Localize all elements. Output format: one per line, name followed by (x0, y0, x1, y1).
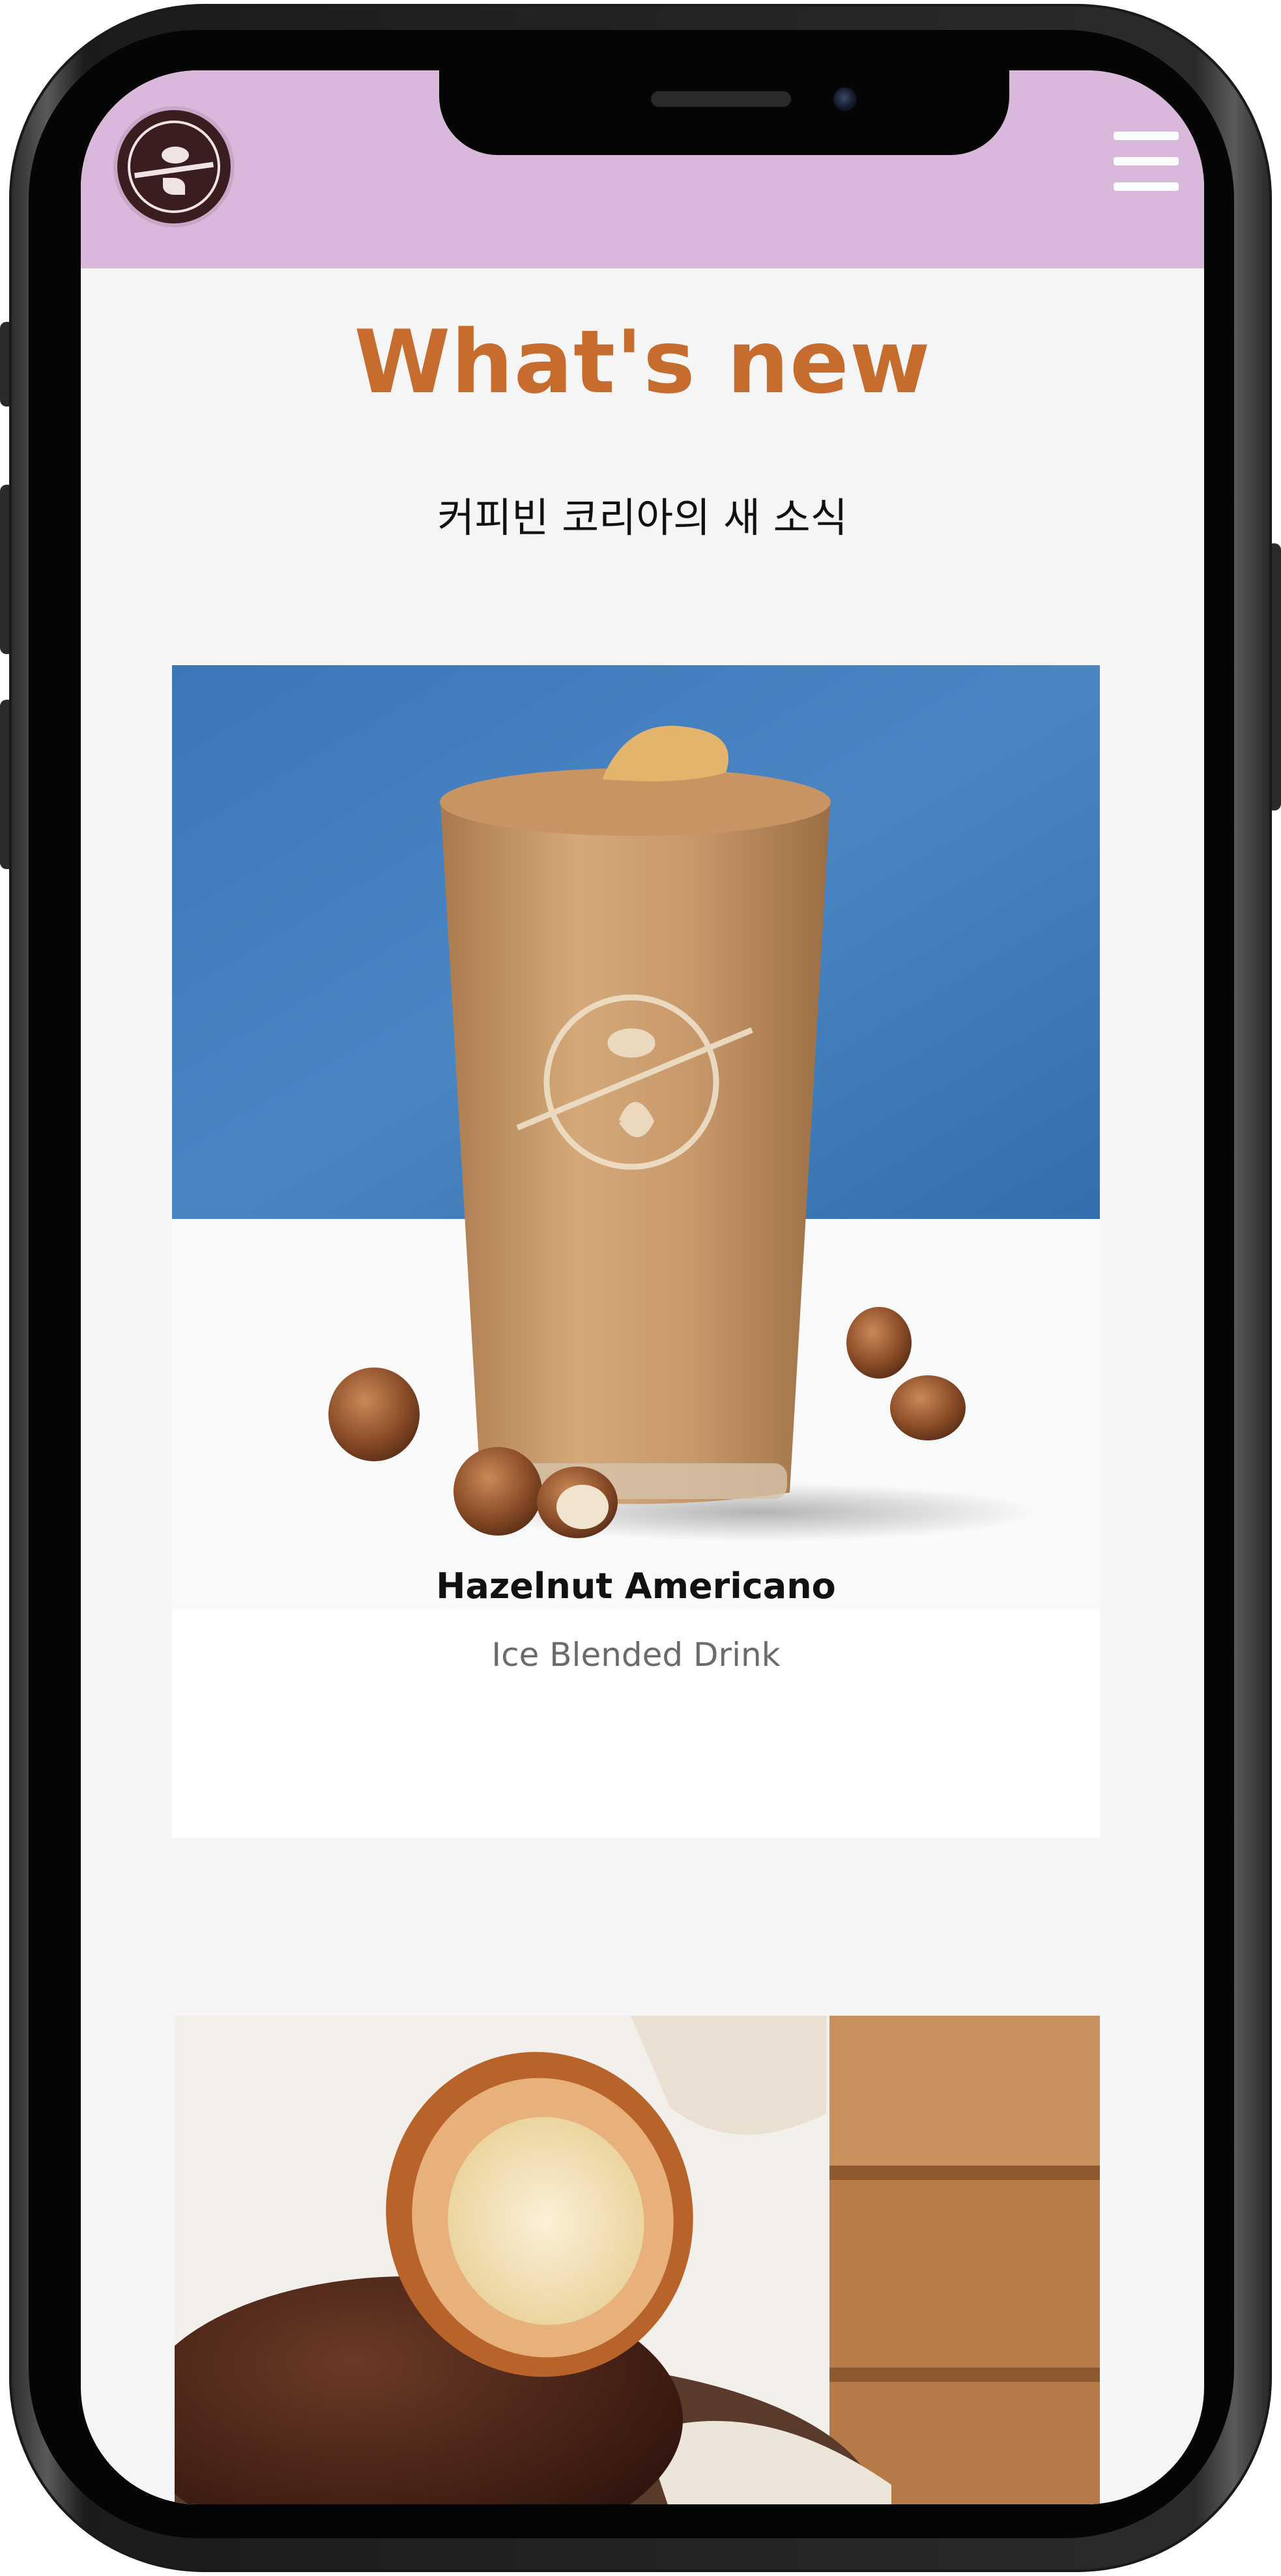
product-name: Hazelnut Americano (436, 1566, 836, 1607)
hazelnut-americano-image (172, 665, 1100, 1610)
cup-body (440, 802, 830, 1504)
menu-line (1114, 132, 1179, 140)
page-subtitle: 커피빈 코리아의 새 소식 (437, 494, 848, 541)
front-camera (833, 87, 857, 111)
product-card[interactable]: Hazelnut Americano Ice Blended Drink (172, 665, 1100, 1838)
hamburger-menu-icon[interactable] (1114, 132, 1179, 192)
logo-leaf-icon (163, 178, 185, 195)
phone-notch (439, 70, 1009, 155)
product-category: Ice Blended Drink (491, 1636, 781, 1674)
chocolate-croissant-image (175, 2016, 1100, 2504)
page-title: What's new (354, 311, 931, 413)
product-card[interactable] (175, 2016, 1100, 2504)
phone-screen: What's new 커피빈 코리아의 새 소식 Hazelnut Americ… (81, 70, 1204, 2504)
speaker-grille (651, 91, 791, 107)
wooden-crate (829, 2016, 1100, 2504)
logo-bean-icon (162, 147, 189, 164)
device-mockup: What's new 커피빈 코리아의 새 소식 Hazelnut Americ… (0, 0, 1281, 2576)
menu-line (1114, 182, 1179, 191)
coffee-bean-logo-icon[interactable] (113, 106, 235, 227)
menu-line (1114, 157, 1179, 165)
